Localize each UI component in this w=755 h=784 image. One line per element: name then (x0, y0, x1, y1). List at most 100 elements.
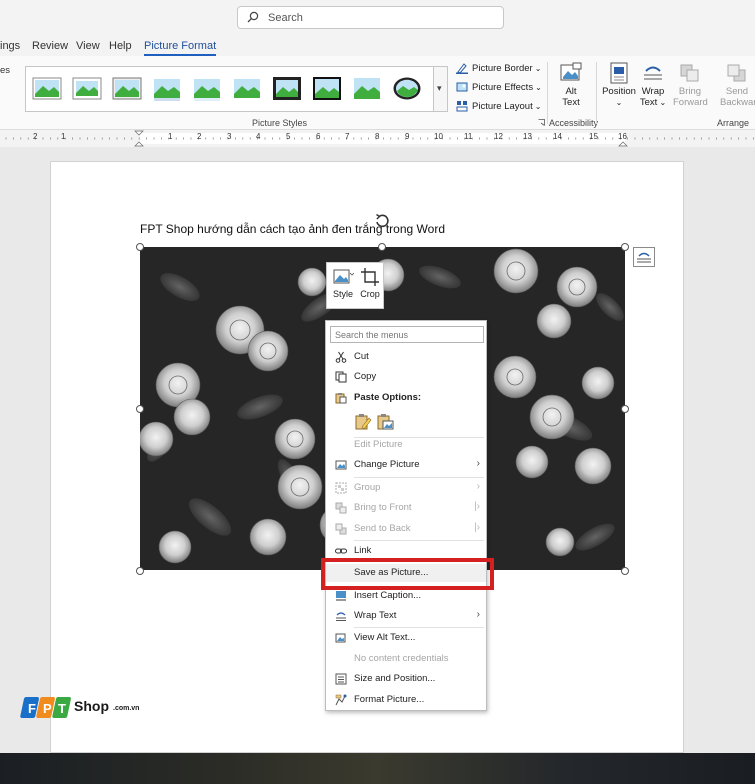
tab-view[interactable]: View (76, 40, 100, 52)
chevron-right-icon: |› (474, 501, 480, 512)
paste-keep-formatting-icon[interactable] (354, 413, 372, 431)
menu-item-label: Cut (354, 351, 369, 362)
wrap-text-icon (336, 612, 346, 621)
menu-item-label: Send to Back (354, 523, 411, 534)
bring-front-icon (335, 502, 347, 514)
chevron-down-icon: ⌄ (534, 101, 542, 111)
alt-text-button[interactable]: Alt Text (554, 62, 588, 108)
styles-more-button[interactable]: ▾ (433, 66, 448, 112)
resize-handle[interactable] (621, 567, 629, 575)
ruler-number: 11 (464, 132, 473, 141)
svg-text:P: P (43, 701, 52, 716)
svg-text:T: T (58, 701, 66, 716)
ribbon-separator (547, 62, 548, 124)
send-backward-label-2: Backward (720, 97, 755, 108)
resize-handle[interactable] (136, 567, 144, 575)
menu-item-send-to-back[interactable]: Send to Back |› (326, 520, 486, 538)
menu-item-copy[interactable]: Copy (326, 368, 486, 386)
chevron-down-icon: ⌄ (657, 98, 667, 107)
scissors-icon (335, 351, 347, 363)
dialog-launcher-icon[interactable] (538, 119, 545, 126)
menu-item-edit-picture[interactable]: Edit Picture (326, 436, 486, 454)
wrap-text-label-1: Wrap (641, 86, 665, 97)
accessibility-label: Accessibility (549, 118, 599, 128)
menu-item-paste-options: Paste Options: (326, 389, 486, 407)
rotate-handle-icon[interactable] (374, 213, 390, 229)
picture-styles-label: Picture Styles (252, 118, 308, 128)
search-icon (247, 11, 259, 23)
style-thumb-3[interactable] (112, 74, 142, 103)
ruler-number: 10 (434, 132, 443, 141)
caption-icon (336, 591, 346, 601)
chevron-right-icon: › (476, 458, 480, 469)
resize-handle[interactable] (378, 243, 386, 251)
group-icon (335, 482, 347, 494)
menu-item-size-and-position[interactable]: Size and Position... (326, 670, 486, 688)
style-thumb-2[interactable] (72, 74, 102, 103)
alt-text-label-2: Text (562, 97, 580, 108)
alt-text-icon (560, 62, 582, 81)
ruler-number: 2 (33, 132, 38, 141)
picture-layout-label: Picture Layout (472, 100, 533, 112)
menu-search-input[interactable]: Search the menus (330, 326, 484, 343)
picture-border-button[interactable]: Picture Border ⌄ (456, 60, 541, 76)
ruler-number: 2 (197, 132, 202, 141)
wrap-text-button[interactable]: Wrap Text ⌄ (636, 62, 670, 108)
position-button[interactable]: Position ⌄ (602, 62, 636, 108)
horizontal-ruler[interactable]: 1 2 1 2 3 4 5 6 7 8 9 10 11 12 13 14 15 … (0, 130, 755, 147)
menu-item-format-picture[interactable]: Format Picture... (326, 691, 486, 709)
picture-effects-icon (456, 82, 468, 92)
chevron-down-icon: ▾ (437, 83, 442, 93)
document-heading[interactable]: FPT Shop hướng dẫn cách tạo ảnh đen trắn… (140, 222, 445, 236)
style-button[interactable]: Style (330, 267, 356, 299)
chevron-down-icon: ⌄ (615, 98, 623, 107)
menu-item-label: Format Picture... (354, 694, 425, 705)
svg-text:F: F (28, 701, 36, 716)
menu-item-cut[interactable]: Cut (326, 348, 486, 366)
resize-handle[interactable] (136, 243, 144, 251)
style-thumb-4[interactable] (152, 74, 182, 103)
resize-handle[interactable] (136, 405, 144, 413)
menu-item-change-picture[interactable]: Change Picture › (326, 456, 486, 474)
menu-item-bring-to-front[interactable]: Bring to Front |› (326, 499, 486, 517)
ruler-number: 12 (494, 132, 503, 141)
tab-review[interactable]: Review (32, 40, 68, 52)
tab-help[interactable]: Help (109, 40, 132, 52)
style-thumb-7[interactable] (272, 74, 302, 103)
ruler-number: 14 (553, 132, 562, 141)
layout-options-button[interactable] (633, 247, 655, 267)
crop-button[interactable]: Crop (357, 267, 383, 299)
fpt-logo-mark: F P T (20, 697, 71, 718)
search-box[interactable]: Search (237, 6, 504, 29)
paste-picture-icon[interactable] (376, 413, 394, 431)
style-label: Style (332, 289, 353, 299)
resize-handle[interactable] (621, 405, 629, 413)
ribbon-separator (596, 62, 597, 124)
tab-settings[interactable]: ings (0, 40, 20, 52)
menu-separator (354, 477, 484, 478)
menu-item-group[interactable]: Group › (326, 479, 486, 497)
picture-effects-button[interactable]: Picture Effects ⌄ (456, 79, 542, 95)
resize-handle[interactable] (621, 243, 629, 251)
picture-layout-button[interactable]: Picture Layout ⌄ (456, 98, 541, 114)
style-thumb-9[interactable] (352, 74, 382, 103)
menu-item-view-alt-text[interactable]: View Alt Text... (326, 629, 486, 647)
bring-forward-button[interactable]: Bring Forward (673, 62, 708, 108)
style-thumb-8[interactable] (312, 74, 342, 103)
position-icon (610, 62, 628, 84)
style-thumb-10[interactable] (392, 74, 422, 103)
ruler-number: 6 (316, 132, 321, 141)
paste-icon (335, 393, 347, 404)
menu-item-wrap-text[interactable]: Wrap Text › (326, 607, 486, 625)
chevron-right-icon: › (476, 481, 480, 492)
style-thumb-1[interactable] (32, 74, 62, 103)
context-menu: Search the menus Cut Copy Paste Options:… (325, 320, 487, 711)
alt-text-icon (335, 633, 346, 643)
style-thumb-5[interactable] (192, 74, 222, 103)
menu-item-label: View Alt Text... (354, 632, 416, 643)
menu-item-label: Change Picture (354, 459, 420, 470)
style-thumb-6[interactable] (232, 74, 262, 103)
wrap-text-icon (644, 66, 662, 80)
tab-picture-format[interactable]: Picture Format (144, 40, 217, 56)
send-backward-button[interactable]: Send Backward (720, 62, 755, 108)
